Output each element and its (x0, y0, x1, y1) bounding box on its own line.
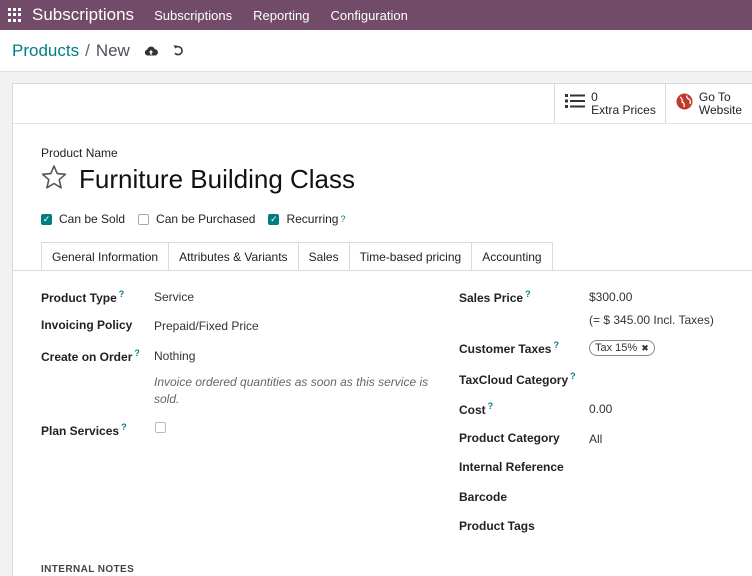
tax-15-tag[interactable]: Tax 15% ✖ (589, 340, 655, 356)
taxcloud-category-help-icon[interactable]: ? (570, 371, 576, 381)
invoicing-policy-field[interactable]: Prepaid/Fixed Price (154, 319, 259, 333)
website-line1: Go To (698, 89, 731, 104)
menu-subscriptions[interactable]: Subscriptions (154, 8, 232, 23)
product-category-field[interactable]: All (589, 432, 602, 446)
go-to-website-button[interactable]: Go To Website (664, 84, 751, 123)
sales-price-incl-taxes: (= $ 345.00 Incl. Taxes) (589, 313, 714, 327)
extra-prices-text: 0 Extra Prices (591, 89, 656, 117)
sales-price-field[interactable]: $300.00 (589, 290, 632, 304)
invoice-policy-note: Invoice ordered quantities as soon as th… (154, 375, 429, 406)
plan-services-help-icon[interactable]: ? (121, 422, 127, 432)
cost-field[interactable]: 0.00 (589, 402, 612, 416)
list-icon (565, 93, 586, 114)
recurring-label: Recurring (286, 212, 339, 226)
menu-configuration[interactable]: Configuration (330, 8, 407, 23)
breadcrumb-products-link[interactable]: Products (12, 41, 79, 61)
star-icon[interactable] (41, 164, 69, 195)
can-be-purchased-option[interactable]: Can be Purchased (138, 212, 255, 226)
invoicing-policy-label: Invoicing Policy (41, 318, 133, 332)
internal-reference-label: Internal Reference (459, 460, 564, 474)
cloud-upload-icon[interactable] (144, 45, 158, 57)
product-type-help-icon[interactable]: ? (119, 289, 125, 299)
button-box-divider (13, 123, 752, 124)
customer-taxes-help-icon[interactable]: ? (553, 340, 559, 350)
product-name-label: Product Name (41, 146, 118, 160)
breadcrumb: Products / New (12, 41, 130, 61)
sales-price-help-icon[interactable]: ? (525, 289, 531, 299)
can-be-sold-option[interactable]: ✓ Can be Sold (41, 212, 125, 226)
breadcrumb-separator: / (85, 40, 90, 60)
sales-price-label: Sales Price? (459, 289, 531, 305)
recurring-checkbox[interactable]: ✓ (268, 213, 280, 225)
create-on-order-help-icon[interactable]: ? (134, 348, 140, 358)
recurring-help-icon[interactable]: ? (340, 214, 345, 224)
product-type-field[interactable]: Service (154, 290, 194, 304)
internal-notes-heading: INTERNAL NOTES (41, 564, 135, 575)
create-on-order-label: Create on Order? (41, 348, 140, 364)
extra-prices-button[interactable]: 0 Extra Prices (554, 84, 665, 123)
apps-grid-icon[interactable] (8, 8, 22, 22)
go-to-website-text: Go To Website (698, 89, 742, 117)
can-be-purchased-checkbox[interactable] (138, 213, 150, 225)
customer-taxes-label: Customer Taxes? (459, 340, 559, 356)
tab-attributes-variants[interactable]: Attributes & Variants (169, 242, 299, 271)
form-sheet: 0 Extra Prices Go To Website Product Nam… (12, 83, 752, 576)
recurring-option[interactable]: ✓ Recurring ? (268, 212, 346, 226)
tab-general-information[interactable]: General Information (41, 242, 170, 271)
cost-label: Cost? (459, 401, 494, 417)
smart-button-box: 0 Extra Prices Go To Website (554, 84, 751, 123)
can-be-sold-checkbox[interactable]: ✓ (41, 213, 52, 225)
tab-accounting[interactable]: Accounting (472, 242, 553, 271)
barcode-label: Barcode (459, 490, 508, 504)
notebook-tabs: General Information Attributes & Variant… (41, 242, 553, 271)
can-be-sold-label: Can be Sold (59, 212, 126, 226)
globe-icon (676, 93, 693, 115)
undo-icon[interactable] (172, 44, 186, 57)
tax-tag-label: Tax 15% (595, 342, 638, 354)
tabs-divider (13, 270, 752, 271)
taxcloud-category-label: TaxCloud Category? (459, 371, 576, 387)
tab-time-based-pricing[interactable]: Time-based pricing (349, 242, 473, 271)
plan-services-label: Plan Services? (41, 422, 127, 438)
breadcrumb-current: New (95, 40, 130, 60)
plan-services-checkbox[interactable] (155, 422, 166, 433)
title-row: Furniture Building Class (41, 164, 355, 195)
menu-reporting[interactable]: Reporting (253, 8, 309, 23)
extra-prices-label: Extra Prices (591, 102, 656, 117)
create-on-order-field[interactable]: Nothing (154, 349, 195, 363)
can-be-purchased-label: Can be Purchased (156, 212, 256, 226)
product-name-input[interactable]: Furniture Building Class (79, 164, 355, 195)
cost-help-icon[interactable]: ? (488, 401, 494, 411)
website-line2: Website (698, 102, 742, 117)
product-flags: ✓ Can be Sold Can be Purchased ✓ Recurri… (41, 212, 359, 226)
extra-prices-count: 0 (591, 89, 598, 104)
tab-sales[interactable]: Sales (298, 242, 350, 271)
product-category-label: Product Category (459, 431, 560, 445)
top-navbar: Subscriptions Subscriptions Reporting Co… (0, 0, 752, 30)
remove-tag-icon[interactable]: ✖ (641, 343, 649, 354)
product-tags-label: Product Tags (459, 519, 535, 533)
app-name[interactable]: Subscriptions (32, 5, 134, 25)
product-type-label: Product Type? (41, 289, 125, 305)
control-panel: Products / New (0, 30, 752, 72)
